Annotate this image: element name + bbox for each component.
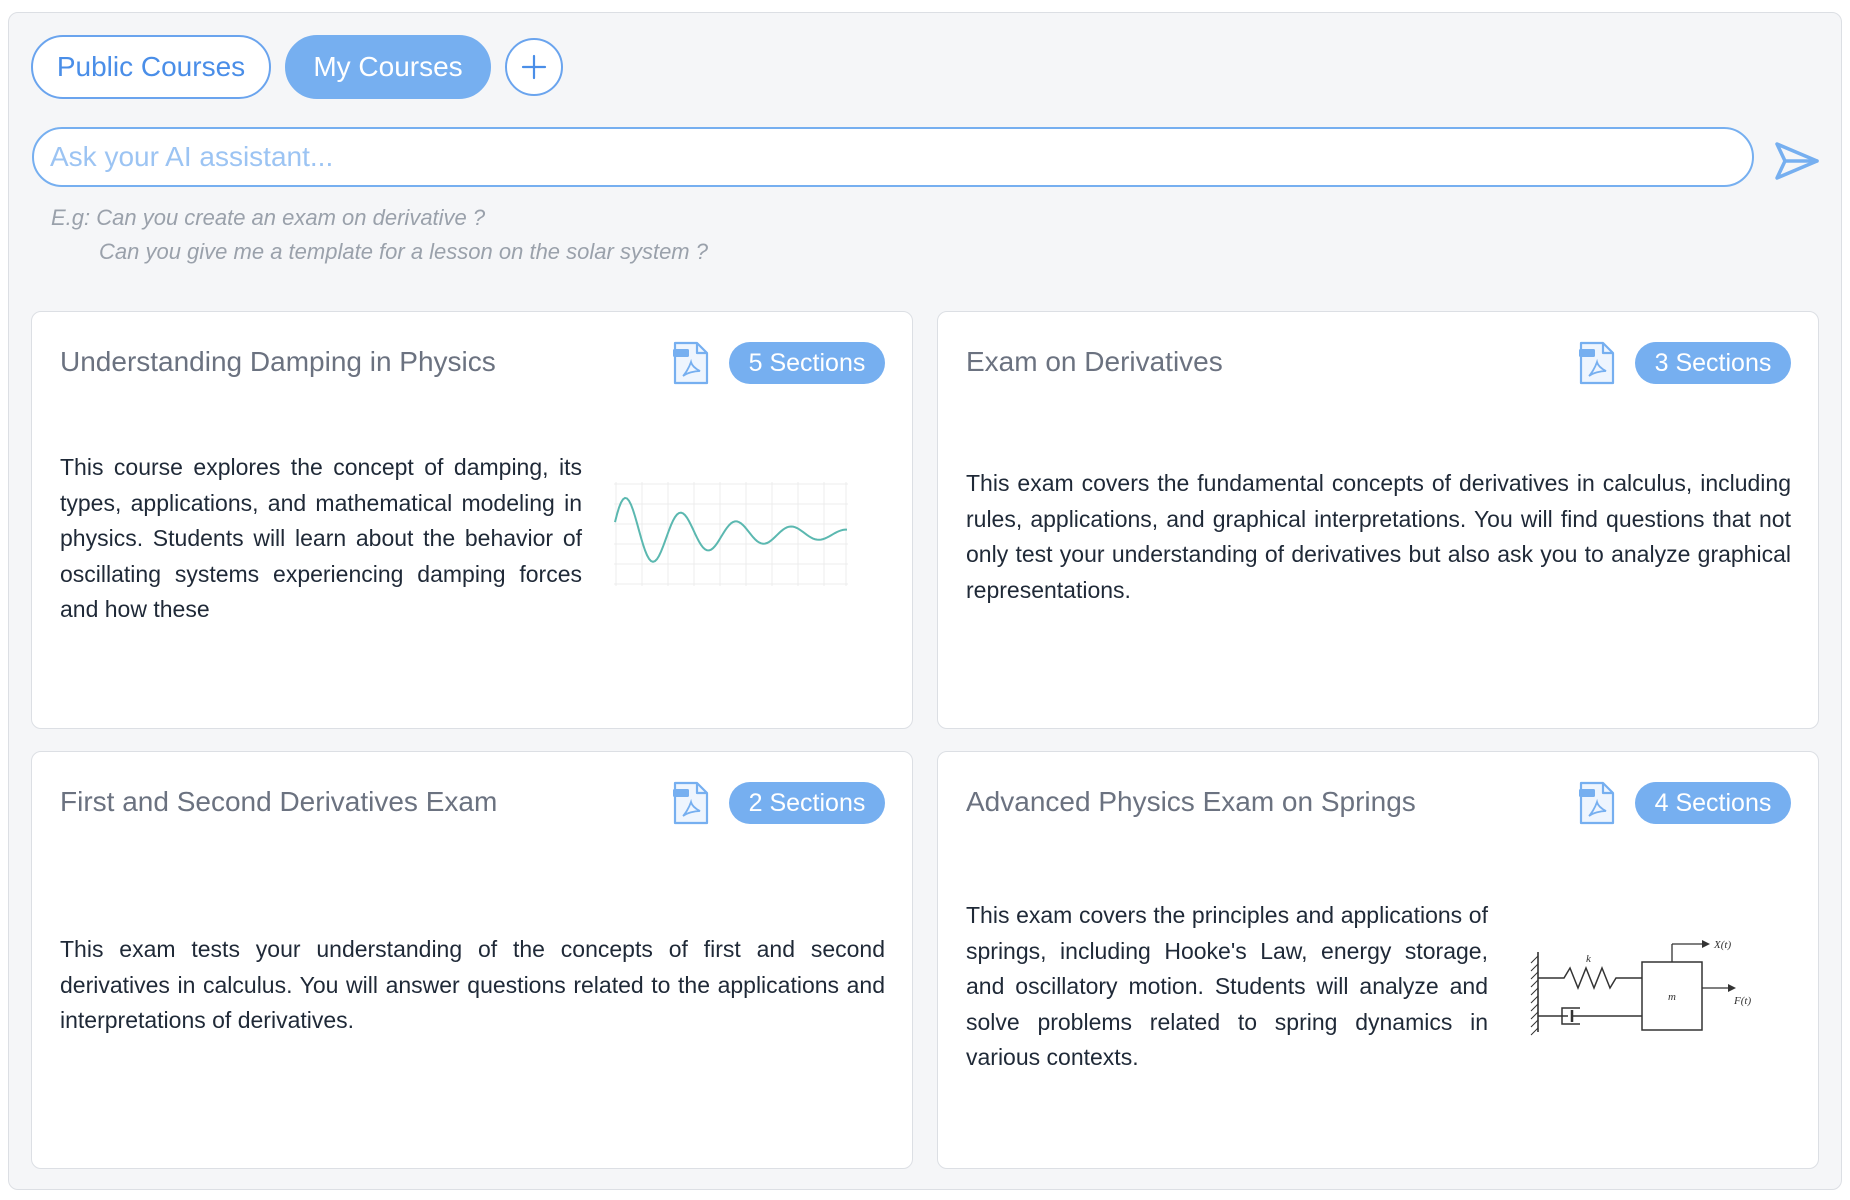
card-title: Exam on Derivatives (966, 346, 1223, 377)
tab-public-courses[interactable]: Public Courses (31, 35, 271, 99)
pdf-icon[interactable] (1578, 340, 1616, 386)
card-title: First and Second Derivatives Exam (60, 786, 498, 817)
course-card-first-second-derivatives[interactable]: First and Second Derivatives Exam 2 Sect… (31, 751, 913, 1169)
pdf-icon[interactable] (672, 340, 710, 386)
force-label: F(t) (1733, 995, 1751, 1007)
pdf-icon[interactable] (1578, 780, 1616, 826)
sections-badge: 4 Sections (1635, 782, 1791, 824)
course-tabs: Public Courses My Courses (31, 35, 563, 99)
ai-assistant-input[interactable] (50, 141, 1736, 173)
send-icon (1775, 142, 1819, 180)
card-description: This course explores the concept of damp… (60, 454, 582, 622)
plus-icon (521, 54, 547, 80)
card-description: This exam covers the principles and appl… (966, 902, 1488, 1070)
tab-my-courses[interactable]: My Courses (285, 35, 491, 99)
spring-mass-damper-diagram: k m X(t) F(t) (1530, 939, 1751, 1036)
course-card-derivatives[interactable]: Exam on Derivatives 3 Sections This exam… (937, 311, 1819, 729)
mass-label: m (1668, 991, 1676, 1003)
displacement-label: X(t) (1713, 939, 1731, 951)
ai-assistant-search (32, 127, 1754, 187)
send-button[interactable] (1771, 135, 1823, 187)
course-card-damping[interactable]: Understanding Damping in Physics 5 Secti… (31, 311, 913, 729)
hint-example-2: Can you give me a template for a lesson … (99, 239, 708, 264)
course-panel: Public Courses My Courses E.g: Can you c… (8, 12, 1842, 1190)
spring-constant-label: k (1586, 953, 1592, 965)
sections-badge: 2 Sections (729, 782, 885, 824)
hint-example-1: E.g: Can you create an exam on derivativ… (51, 205, 486, 230)
sections-badge: 3 Sections (1635, 342, 1791, 384)
pdf-icon[interactable] (672, 780, 710, 826)
card-description: This exam tests your understanding of th… (60, 936, 885, 1033)
damped-oscillation-graph (614, 482, 848, 586)
course-card-springs[interactable]: Advanced Physics Exam on Springs 4 Secti… (937, 751, 1819, 1169)
sections-badge: 5 Sections (729, 342, 885, 384)
card-title: Advanced Physics Exam on Springs (966, 786, 1416, 817)
card-title: Understanding Damping in Physics (60, 346, 496, 377)
card-description: This exam covers the fundamental concept… (966, 470, 1791, 603)
add-course-button[interactable] (505, 38, 563, 96)
